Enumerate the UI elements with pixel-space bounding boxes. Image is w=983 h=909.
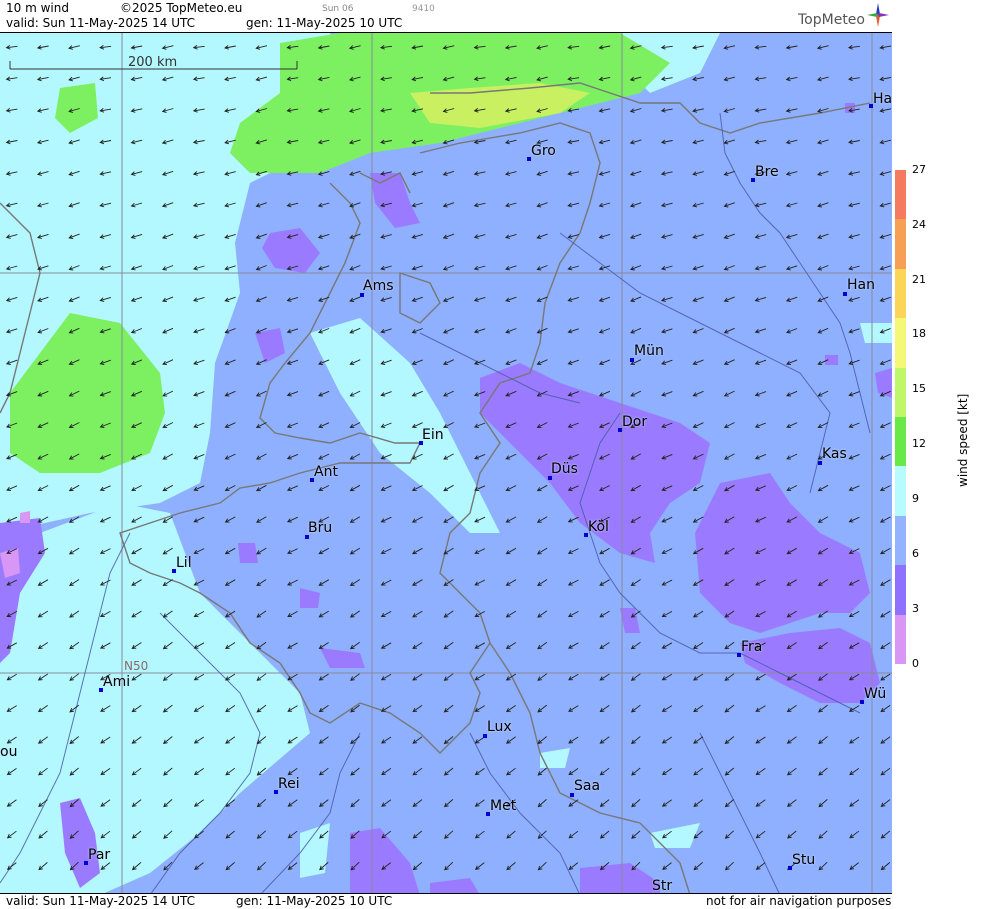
legend-swatch xyxy=(895,318,906,369)
legend-swatch xyxy=(895,565,906,616)
city-kassel: Kas xyxy=(818,446,847,465)
city-hannover: Han xyxy=(843,277,875,296)
map-header: 10 m wind ©2025 TopMeteo.eu Sun 06 9410 … xyxy=(0,0,892,32)
legend-title: wind speed [kt] xyxy=(956,393,970,487)
city-bremen: Bre xyxy=(751,164,779,182)
scale-bar-label: 200 km xyxy=(128,55,177,70)
legend-swatch xyxy=(895,515,906,566)
legend-swatch xyxy=(895,268,906,319)
legend-swatch xyxy=(895,219,906,270)
legend-tick-3: 3 xyxy=(912,602,919,615)
product-title: 10 m wind xyxy=(6,1,69,15)
legend-tick-21: 21 xyxy=(912,273,926,286)
city-frankfurt: Fra xyxy=(737,639,762,657)
valid-time: valid: Sun 11-May-2025 14 UTC xyxy=(6,16,195,30)
legend-swatch xyxy=(895,614,906,665)
compass-logo-icon xyxy=(867,3,889,27)
legend-tick-15: 15 xyxy=(912,382,926,395)
legend-tick-9: 9 xyxy=(912,492,919,505)
city-eindhoven: Ein xyxy=(419,427,444,445)
footer-generated-time: gen: 11-May-2025 10 UTC xyxy=(236,894,393,908)
city-amsterdam: Ams xyxy=(360,278,394,297)
city-amiens: Ami xyxy=(99,674,130,692)
legend-tick-18: 18 xyxy=(912,327,926,340)
city-brussels: Bru xyxy=(305,520,332,539)
city-groningen: Gro xyxy=(527,143,556,161)
legend-swatch xyxy=(895,367,906,418)
city-paris: Par xyxy=(84,847,110,865)
legend-tick-6: 6 xyxy=(912,547,919,560)
city-lille: Lil xyxy=(172,555,192,573)
navigation-disclaimer: not for air navigation purposes xyxy=(706,894,892,908)
wind-speed-legend: 27 24 21 18 15 12 9 6 3 0 wind speed [kt… xyxy=(892,0,983,909)
grid-label-n50: N50 xyxy=(124,659,148,673)
generated-time: gen: 11-May-2025 10 UTC xyxy=(246,16,403,30)
city-dortmund: Dor xyxy=(618,414,647,432)
topmeteo-logo-text: TopMeteo xyxy=(798,12,865,28)
small-day-text: Sun 06 xyxy=(322,4,354,14)
city-wurzburg: Wü xyxy=(860,686,886,704)
legend-tick-27: 27 xyxy=(912,163,926,176)
city-hamburg: Ha xyxy=(869,91,892,108)
footer-valid-time: valid: Sun 11-May-2025 14 UTC xyxy=(6,894,195,908)
city-dusseldorf: Düs xyxy=(548,461,578,480)
wind-map[interactable]: 200 km N50 Ha Gro Bre Ams Han Mün Dor Ei… xyxy=(0,32,892,894)
city-saarbrucken: Saa xyxy=(570,778,600,797)
city-stuttgart: Stu xyxy=(788,852,815,870)
city-antwerp: Ant xyxy=(310,464,338,482)
legend-color-bar xyxy=(895,170,906,665)
legend-tick-12: 12 xyxy=(912,437,926,450)
copyright-text: ©2025 TopMeteo.eu xyxy=(120,1,243,15)
city-rouen-partial: ou xyxy=(0,744,18,760)
legend-swatch xyxy=(895,417,906,467)
legend-swatch xyxy=(895,466,906,517)
map-footer: valid: Sun 11-May-2025 14 UTC gen: 11-Ma… xyxy=(0,894,892,909)
legend-tick-24: 24 xyxy=(912,218,926,231)
wind-map-canvas: 200 km N50 xyxy=(0,33,892,893)
city-luxembourg: Lux xyxy=(483,719,512,738)
legend-tick-0: 0 xyxy=(912,657,919,670)
city-strasbourg: Str xyxy=(652,878,672,893)
city-reims: Rei xyxy=(274,776,300,794)
city-metz: Met xyxy=(486,798,516,816)
legend-swatch xyxy=(895,170,906,220)
city-koln: Köl xyxy=(584,519,609,537)
city-munster: Mün xyxy=(630,343,664,362)
small-code-text: 9410 xyxy=(412,4,435,14)
